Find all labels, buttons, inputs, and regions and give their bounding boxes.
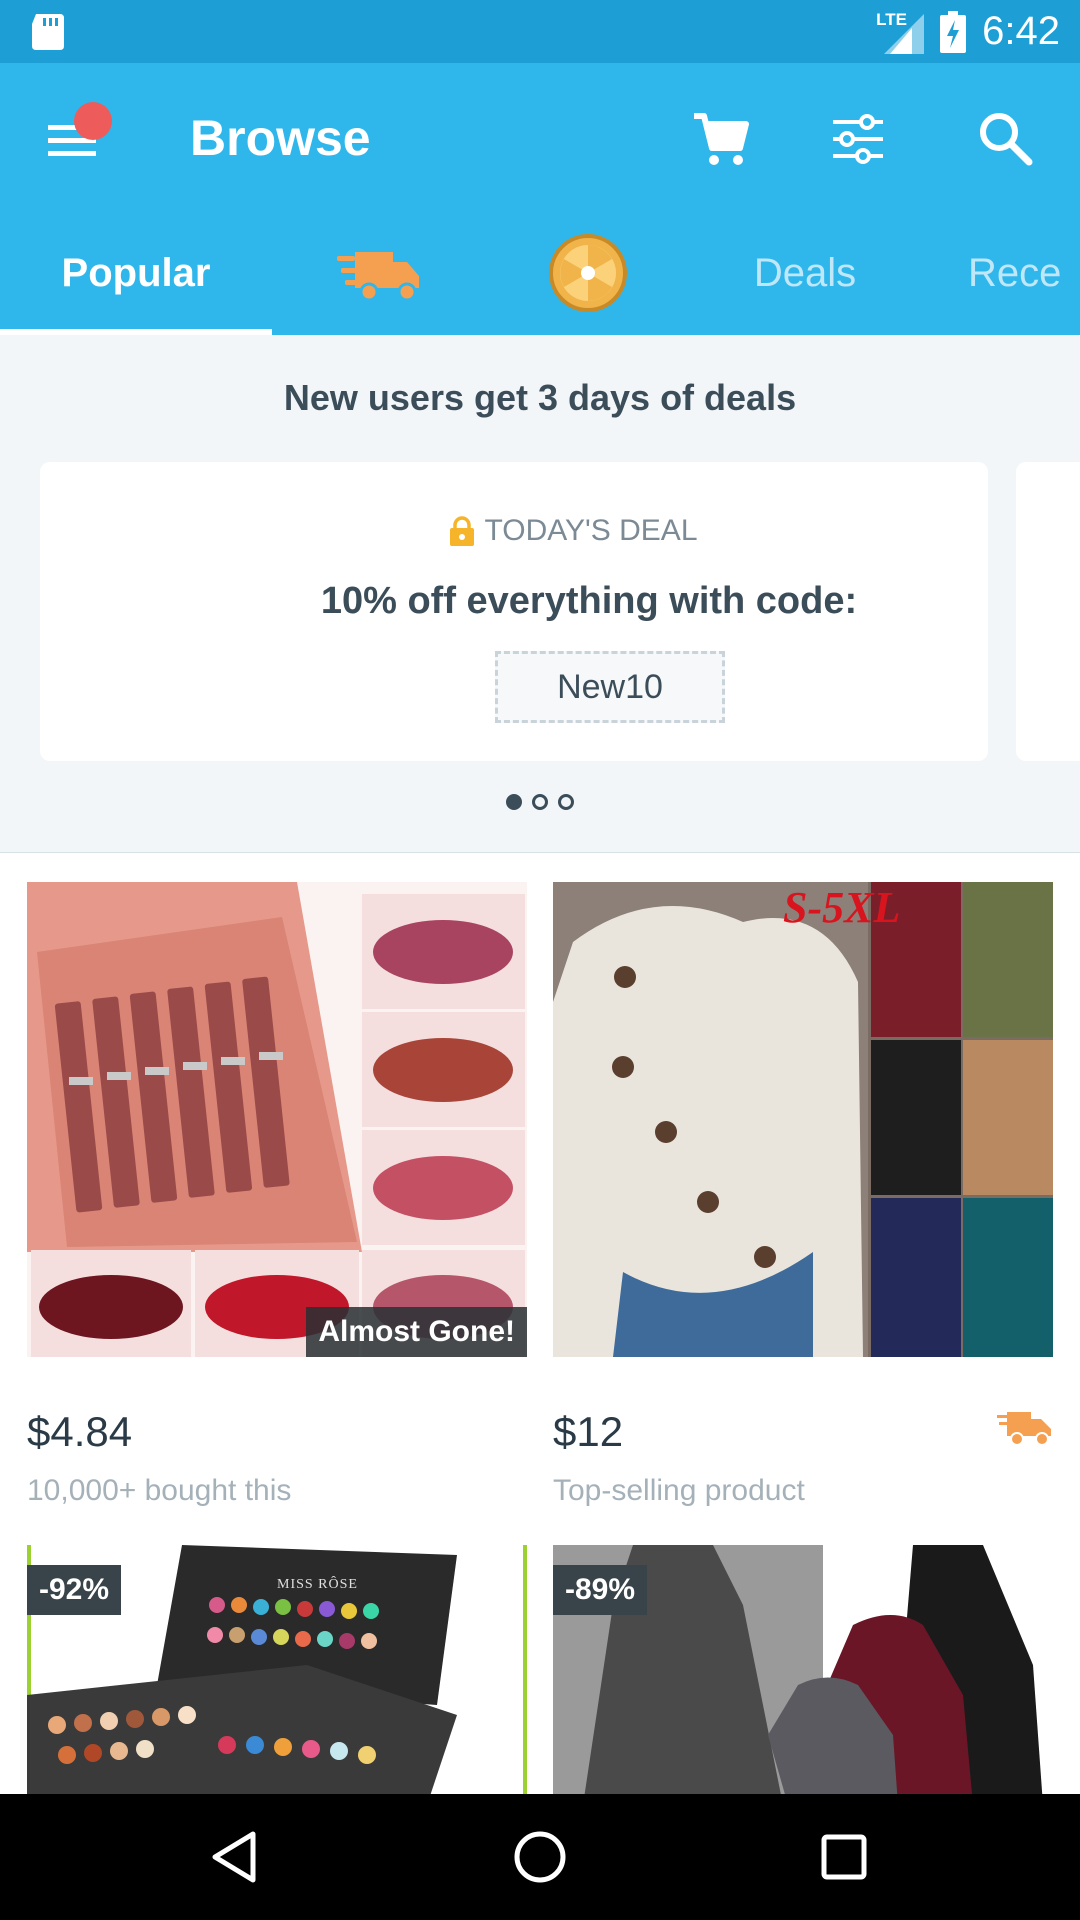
system-nav-bar xyxy=(0,1794,1080,1920)
coupon-code[interactable]: New10 xyxy=(495,651,725,723)
home-icon[interactable] xyxy=(507,1824,573,1890)
daily-spin-icon xyxy=(549,234,627,312)
search-icon[interactable] xyxy=(975,108,1037,170)
next-deal-card[interactable] xyxy=(1016,462,1080,761)
sweater-image: S-5XL xyxy=(553,882,1053,1357)
brand-label: MISS RÔSE xyxy=(277,1577,358,1592)
express-truck-icon xyxy=(337,252,419,302)
lock-icon xyxy=(450,516,475,546)
deal-banner-section: New users get 3 days of deals TODAY'S DE… xyxy=(0,335,1080,853)
battery-charging-icon xyxy=(940,10,967,53)
category-tabs: Popular Deals Rece xyxy=(0,211,1080,335)
deal-heading: New users get 3 days of deals xyxy=(283,377,797,418)
tab-label: Rece xyxy=(968,250,1062,295)
product-card[interactable]: -89% xyxy=(553,1545,1053,1794)
deal-text: 10% off everything with code: xyxy=(320,580,858,622)
product-card[interactable]: MISS RÔSE -92% xyxy=(27,1545,527,1794)
product-grid: Almost Gone! $4.84 10,000+ bought this S… xyxy=(0,854,1080,1794)
discount-badge: -89% xyxy=(553,1565,648,1615)
deal-label-row: TODAY'S DEAL xyxy=(40,514,988,548)
eyeshadow-palette-image: MISS RÔSE -92% xyxy=(27,1545,527,1794)
cart-icon[interactable] xyxy=(690,108,752,170)
express-truck-icon xyxy=(997,1412,1051,1446)
turtleneck-dress-image: -89% xyxy=(553,1545,1053,1794)
product-card[interactable]: S-5XL $12 Top-selling product xyxy=(553,882,1053,1507)
filter-icon[interactable] xyxy=(827,108,889,170)
signal-icon: LTE xyxy=(876,10,925,54)
carousel-dot[interactable] xyxy=(506,794,522,810)
tab-label: Deals xyxy=(753,250,857,295)
page-title: Browse xyxy=(190,110,371,166)
deal-card[interactable]: TODAY'S DEAL 10% off everything with cod… xyxy=(40,462,988,761)
carousel-dots xyxy=(0,794,1080,810)
carousel-dot[interactable] xyxy=(558,794,574,810)
product-subtitle: 10,000+ bought this xyxy=(27,1474,292,1507)
product-subtitle: Top-selling product xyxy=(553,1474,805,1507)
notification-dot xyxy=(74,102,112,140)
tab-express[interactable] xyxy=(320,211,440,335)
status-time: 6:42 xyxy=(982,9,1060,53)
tab-deals[interactable]: Deals xyxy=(730,211,880,335)
product-price: $4.84 xyxy=(27,1408,133,1455)
deal-label: TODAY'S DEAL xyxy=(484,514,698,547)
recents-icon[interactable] xyxy=(811,1824,877,1890)
status-bar: LTE 6:42 xyxy=(0,0,1080,63)
sd-card-icon xyxy=(32,14,64,50)
tab-popular[interactable]: Popular xyxy=(0,211,272,335)
size-range-label: S-5XL xyxy=(783,883,901,932)
lipstick-set-image: Almost Gone! xyxy=(27,882,527,1357)
carousel-dot[interactable] xyxy=(532,794,548,810)
product-card[interactable]: Almost Gone! $4.84 10,000+ bought this xyxy=(27,882,527,1507)
discount-badge: -92% xyxy=(27,1565,122,1615)
back-icon[interactable] xyxy=(203,1824,269,1890)
tab-recent[interactable]: Rece xyxy=(968,211,1080,335)
app-bar: Browse xyxy=(0,63,1080,211)
stock-badge: Almost Gone! xyxy=(306,1307,527,1357)
tab-daily-spin[interactable] xyxy=(530,211,646,335)
product-price: $12 xyxy=(553,1408,624,1455)
tab-label: Popular xyxy=(61,250,211,295)
